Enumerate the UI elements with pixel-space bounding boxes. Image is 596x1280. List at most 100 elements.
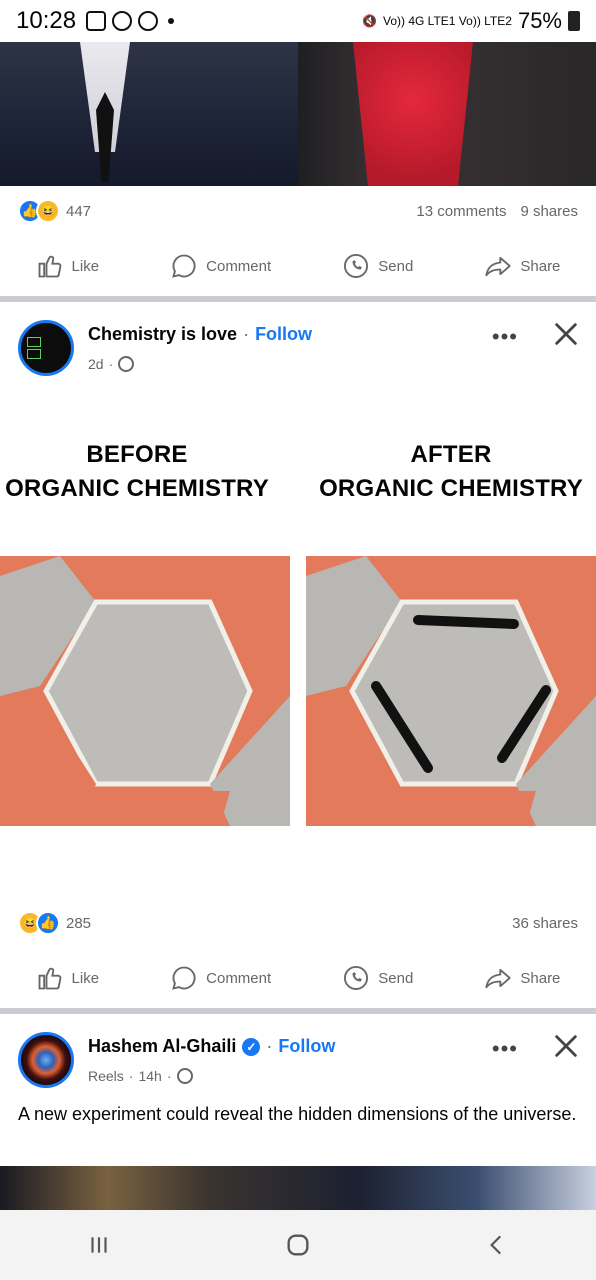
post3-video-thumbnail[interactable] bbox=[0, 1166, 596, 1210]
close-icon[interactable] bbox=[552, 320, 580, 348]
separator-dot: · bbox=[166, 1068, 172, 1084]
network-label: Vo)) 4G LTE1 Vo)) LTE2 bbox=[383, 14, 512, 28]
close-icon[interactable] bbox=[552, 1032, 580, 1060]
post2-shares-count[interactable]: 36 shares bbox=[512, 915, 578, 932]
post1-stats: 13 comments 9 shares bbox=[416, 203, 578, 220]
post1-reaction-count[interactable]: 447 bbox=[66, 203, 91, 220]
status-time: 10:28 bbox=[16, 7, 77, 34]
post2-action-bar: Like Comment Send Share bbox=[0, 950, 596, 1006]
meme-right-line2: ORGANIC CHEMISTRY bbox=[319, 475, 583, 502]
post2-avatar[interactable] bbox=[18, 320, 74, 376]
home-icon bbox=[287, 1234, 309, 1256]
send-label: Send bbox=[378, 969, 414, 987]
share-icon bbox=[485, 256, 511, 277]
separator-dot: · bbox=[108, 356, 114, 372]
status-right: 🔇 Vo)) 4G LTE1 Vo)) LTE2 75% bbox=[362, 8, 580, 34]
post2-reaction-count[interactable]: 285 bbox=[66, 915, 91, 932]
like-icon bbox=[38, 967, 61, 990]
comment-button[interactable]: Comment bbox=[170, 964, 271, 992]
hexagon-tile-graphic bbox=[0, 556, 290, 826]
share-label: Share bbox=[520, 969, 561, 987]
like-icon bbox=[38, 255, 61, 278]
send-label: Send bbox=[378, 257, 414, 275]
home-button[interactable] bbox=[278, 1225, 318, 1265]
comment-icon bbox=[172, 254, 196, 278]
post1-photo-right bbox=[298, 42, 596, 186]
share-label: Share bbox=[520, 257, 561, 275]
comment-icon bbox=[172, 966, 196, 990]
post1-photo[interactable] bbox=[0, 42, 596, 186]
whatsapp-icon bbox=[112, 11, 133, 31]
hexagon-tile-benzene bbox=[306, 556, 596, 826]
share-icon bbox=[485, 968, 511, 989]
photo-dress bbox=[353, 42, 473, 186]
send-button[interactable]: Send bbox=[342, 252, 413, 280]
post2-stats: 36 shares bbox=[512, 915, 578, 932]
benzene-tile-graphic bbox=[306, 556, 596, 826]
post2-age[interactable]: 2d bbox=[88, 356, 104, 372]
hexagon-tile-plain bbox=[0, 556, 290, 826]
post3-header: Hashem Al-Ghaili ✓ · Follow Reels · 14h … bbox=[0, 1014, 596, 1104]
post2-meme-image[interactable]: BEFORE ORGANIC CHEMISTRY AFTER ORGANIC C… bbox=[0, 398, 596, 898]
post2-follow-button[interactable]: Follow bbox=[255, 324, 312, 345]
battery-percent: 75% bbox=[517, 8, 562, 33]
gallery-icon bbox=[86, 11, 107, 31]
post2-reaction-icons[interactable]: 😆 👍 bbox=[18, 911, 60, 935]
meme-left-line1: BEFORE bbox=[86, 441, 188, 468]
photo-tie bbox=[96, 92, 114, 182]
send-icon bbox=[344, 253, 369, 279]
post2-meta: 2d · bbox=[88, 356, 135, 372]
post1-action-bar: Like Comment Send Share bbox=[0, 238, 596, 294]
back-button[interactable] bbox=[477, 1225, 517, 1265]
comment-label: Comment bbox=[206, 257, 272, 275]
post3-follow-button[interactable]: Follow bbox=[278, 1036, 335, 1057]
like-button[interactable]: Like bbox=[36, 964, 99, 992]
post3-author-line: Hashem Al-Ghaili ✓ · Follow bbox=[88, 1036, 335, 1057]
status-notification-icons bbox=[86, 11, 175, 31]
sync-icon bbox=[138, 11, 159, 31]
send-button[interactable]: Send bbox=[342, 964, 413, 992]
separator-dot: · bbox=[128, 1068, 134, 1084]
send-icon bbox=[344, 965, 369, 991]
post1-reaction-icons[interactable]: 👍 😆 bbox=[18, 199, 60, 223]
post1-reactions-row: 👍 😆 447 13 comments 9 shares bbox=[0, 186, 596, 236]
haha-reaction-icon: 😆 bbox=[36, 199, 60, 223]
post3-source[interactable]: Reels bbox=[88, 1068, 124, 1084]
more-notifications-icon bbox=[168, 18, 175, 24]
post3-age[interactable]: 14h bbox=[138, 1068, 161, 1084]
post3-avatar[interactable] bbox=[18, 1032, 74, 1088]
avatar-box-icon bbox=[27, 337, 41, 347]
verified-icon: ✓ bbox=[242, 1037, 261, 1056]
like-reaction-icon: 👍 bbox=[36, 911, 60, 935]
post1-photo-left bbox=[0, 42, 298, 186]
more-icon[interactable]: ••• bbox=[492, 324, 518, 350]
battery-icon bbox=[568, 11, 580, 31]
comment-label: Comment bbox=[206, 969, 272, 987]
meme-left-line2: ORGANIC CHEMISTRY bbox=[5, 475, 269, 502]
more-icon[interactable]: ••• bbox=[492, 1036, 518, 1062]
post2-author-name[interactable]: Chemistry is love bbox=[88, 324, 237, 345]
post2-header: Chemistry is love · Follow 2d · ••• bbox=[0, 302, 596, 392]
recent-apps-icon bbox=[91, 1237, 107, 1253]
share-button[interactable]: Share bbox=[484, 964, 560, 992]
meme-left-caption: BEFORE ORGANIC CHEMISTRY bbox=[0, 438, 286, 506]
globe-icon bbox=[118, 356, 135, 372]
post1-comments-count[interactable]: 13 comments bbox=[416, 203, 506, 220]
post2-reactions-row: 😆 👍 285 36 shares bbox=[0, 898, 596, 948]
meme-right-caption: AFTER ORGANIC CHEMISTRY bbox=[302, 438, 596, 506]
post3-author-name[interactable]: Hashem Al-Ghaili bbox=[88, 1036, 236, 1057]
comment-button[interactable]: Comment bbox=[170, 252, 271, 280]
recent-apps-button[interactable] bbox=[79, 1225, 119, 1265]
avatar-box-icon bbox=[27, 349, 41, 359]
meme-right-line1: AFTER bbox=[410, 441, 492, 468]
status-bar: 10:28 🔇 Vo)) 4G LTE1 Vo)) LTE2 75% bbox=[0, 0, 596, 42]
post1-shares-count[interactable]: 9 shares bbox=[520, 203, 578, 220]
post2-author-line: Chemistry is love · Follow bbox=[88, 324, 312, 345]
post3-text: A new experiment could reveal the hidden… bbox=[18, 1104, 577, 1124]
like-button[interactable]: Like bbox=[36, 252, 100, 280]
globe-icon bbox=[176, 1068, 193, 1084]
share-button[interactable]: Share bbox=[484, 252, 560, 280]
like-label: Like bbox=[71, 257, 100, 275]
separator-dot: · bbox=[266, 1036, 273, 1056]
back-icon bbox=[489, 1235, 501, 1255]
